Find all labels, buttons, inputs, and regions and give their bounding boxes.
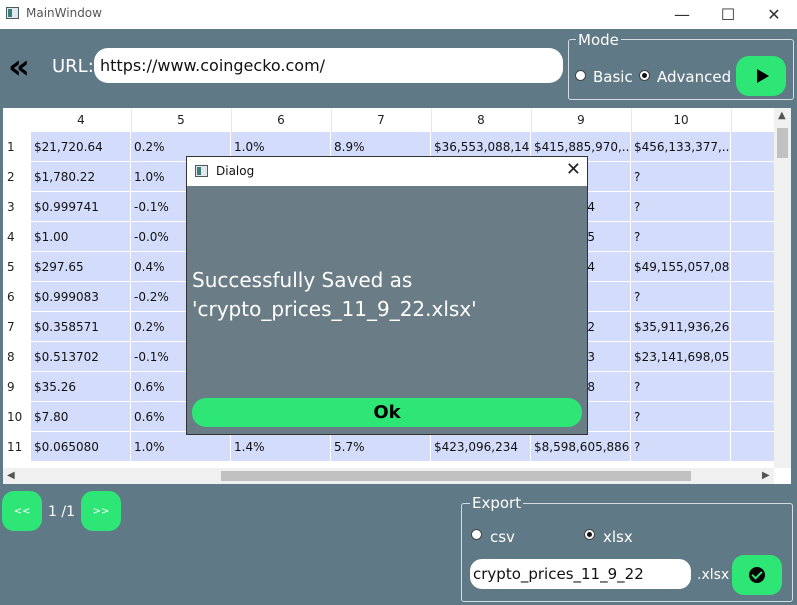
- column-header[interactable]: 5: [131, 108, 232, 132]
- row-header[interactable]: 7: [3, 312, 31, 342]
- basic-radio[interactable]: [575, 70, 586, 81]
- column-header[interactable]: 6: [231, 108, 332, 132]
- prev-page-button[interactable]: <<: [2, 491, 42, 531]
- vertical-scroll-thumb[interactable]: [777, 128, 788, 158]
- maximize-button[interactable]: ☐: [705, 0, 751, 29]
- advanced-radio-label[interactable]: Advanced: [657, 68, 731, 86]
- csv-radio-label[interactable]: csv: [490, 528, 515, 546]
- table-cell[interactable]: ?: [631, 432, 731, 462]
- row-header[interactable]: 8: [3, 342, 31, 372]
- minimize-button[interactable]: —: [659, 0, 705, 29]
- horizontal-scrollbar[interactable]: ◀ ▶: [3, 468, 774, 484]
- table-cell[interactable]: $21,720.64: [31, 132, 131, 162]
- table-cell[interactable]: 1.4%: [231, 432, 331, 462]
- back-double-chevron-icon[interactable]: «: [8, 50, 30, 84]
- window-title: MainWindow: [26, 6, 102, 20]
- run-button[interactable]: [736, 56, 786, 96]
- table-cell[interactable]: $0.513702: [31, 342, 131, 372]
- scroll-right-arrow-icon[interactable]: ▶: [762, 470, 770, 481]
- column-header[interactable]: 7: [331, 108, 432, 132]
- dialog-close-icon[interactable]: ✕: [566, 159, 581, 180]
- xlsx-radio[interactable]: [584, 529, 595, 540]
- table-cell[interactable]: $423,096,234: [431, 432, 531, 462]
- table-cell[interactable]: $7.80: [31, 402, 131, 432]
- url-input[interactable]: [94, 48, 563, 83]
- scroll-up-arrow-icon[interactable]: ▲: [778, 110, 786, 121]
- row-header[interactable]: 9: [3, 372, 31, 402]
- check-circle-icon: [749, 567, 765, 583]
- table-cell[interactable]: ?: [631, 162, 731, 192]
- row-header[interactable]: 1: [3, 132, 31, 162]
- table-cell[interactable]: ?: [631, 282, 731, 312]
- page-indicator: 1 /1: [48, 504, 75, 520]
- xlsx-radio-label[interactable]: xlsx: [603, 528, 633, 546]
- url-label: URL:: [52, 56, 94, 77]
- row-header[interactable]: 5: [3, 252, 31, 282]
- table-cell[interactable]: $297.65: [31, 252, 131, 282]
- column-header[interactable]: 8: [431, 108, 532, 132]
- advanced-radio[interactable]: [639, 70, 650, 81]
- table-cell[interactable]: $0.065080: [31, 432, 131, 462]
- column-header[interactable]: 10: [631, 108, 732, 132]
- table-cell[interactable]: ?: [631, 222, 731, 252]
- table-cell[interactable]: $0.358571: [31, 312, 131, 342]
- csv-radio[interactable]: [471, 529, 482, 540]
- row-header[interactable]: 10: [3, 402, 31, 432]
- row-header[interactable]: 11: [3, 432, 31, 462]
- basic-radio-label[interactable]: Basic: [593, 68, 633, 86]
- table-cell[interactable]: 5.7%: [331, 432, 431, 462]
- column-header[interactable]: 4: [31, 108, 132, 132]
- table-cell[interactable]: ?: [631, 372, 731, 402]
- table-cell[interactable]: ?: [631, 192, 731, 222]
- table-cell[interactable]: $23,141,698,053: [631, 342, 731, 372]
- export-confirm-button[interactable]: [732, 555, 782, 595]
- window-titlebar: MainWindow — ☐ ✕: [0, 0, 797, 29]
- row-header[interactable]: 6: [3, 282, 31, 312]
- table-cell[interactable]: $8,598,605,886: [531, 432, 631, 462]
- dialog-titlebar: Dialog ✕: [187, 157, 587, 186]
- table-cell[interactable]: $0.999083: [31, 282, 131, 312]
- row-header[interactable]: 2: [3, 162, 31, 192]
- next-page-button[interactable]: >>: [81, 491, 121, 531]
- table-cell[interactable]: $35,911,936,264: [631, 312, 731, 342]
- table-cell[interactable]: ?: [631, 402, 731, 432]
- row-header[interactable]: 3: [3, 192, 31, 222]
- table-cell[interactable]: $456,133,377,...: [631, 132, 731, 162]
- close-window-button[interactable]: ✕: [751, 0, 797, 29]
- ok-button[interactable]: Ok: [192, 398, 582, 427]
- export-group-title: Export: [470, 494, 524, 512]
- horizontal-scroll-thumb[interactable]: [221, 471, 691, 481]
- filename-input[interactable]: [470, 559, 691, 589]
- table-cell[interactable]: $49,155,057,083: [631, 252, 731, 282]
- save-success-dialog: Dialog ✕ Successfully Saved as 'crypto_p…: [186, 156, 588, 435]
- scroll-left-arrow-icon[interactable]: ◀: [7, 470, 15, 481]
- column-header[interactable]: 9: [531, 108, 632, 132]
- table-cell[interactable]: 1.0%: [131, 432, 231, 462]
- vertical-scrollbar[interactable]: ▲: [774, 108, 791, 468]
- dialog-app-icon: [195, 165, 208, 177]
- dialog-message: Successfully Saved as 'crypto_prices_11_…: [192, 268, 477, 321]
- play-icon: [756, 69, 769, 83]
- table-cell[interactable]: $0.999741: [31, 192, 131, 222]
- table-cell[interactable]: $1.00: [31, 222, 131, 252]
- row-header[interactable]: 4: [3, 222, 31, 252]
- app-icon: [6, 7, 19, 19]
- mode-group-title: Mode: [576, 31, 621, 49]
- file-extension-label: .xlsx: [697, 567, 730, 583]
- dialog-title: Dialog: [216, 164, 255, 178]
- table-cell[interactable]: $35.26: [31, 372, 131, 402]
- table-cell[interactable]: $1,780.22: [31, 162, 131, 192]
